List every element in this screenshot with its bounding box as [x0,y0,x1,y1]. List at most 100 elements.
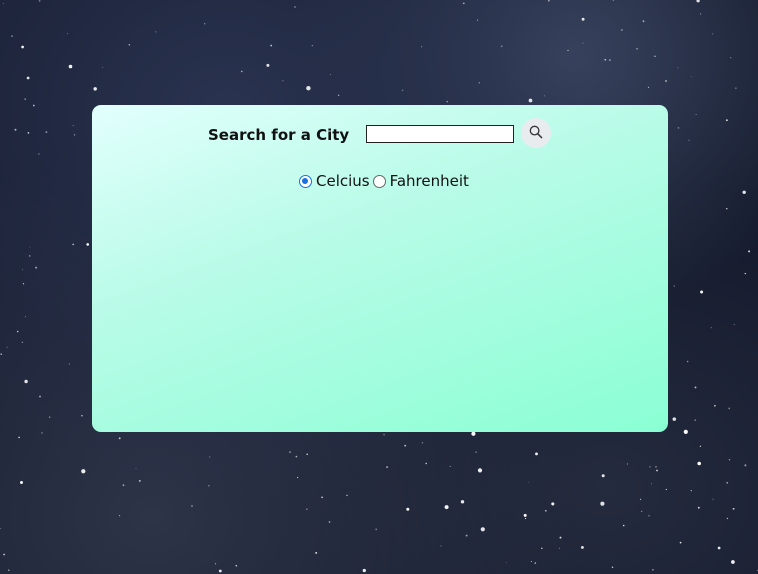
star [45,131,48,134]
star [24,98,27,100]
star [728,458,731,461]
star [582,42,584,44]
star [128,44,131,46]
star [528,482,530,483]
star [296,476,299,479]
star [28,255,31,257]
star [81,414,83,417]
star [383,433,385,436]
star [72,243,74,246]
star [135,468,137,470]
star [717,546,721,550]
star [622,524,625,527]
star [642,20,645,23]
star [609,59,611,61]
star [652,568,654,571]
star [732,507,735,510]
star [712,33,714,35]
star [421,46,423,48]
star [742,190,746,195]
celcius-radio[interactable] [299,174,312,188]
star [477,468,483,473]
celcius-label[interactable]: Celcius [316,172,370,190]
star [655,466,657,468]
star [726,208,728,210]
star [476,19,479,21]
star [478,82,481,84]
star [215,563,217,565]
star [600,501,605,506]
star [544,509,547,512]
star [559,536,562,539]
star [548,0,550,2]
star [440,545,442,547]
star [744,464,747,467]
star [329,74,331,76]
star [471,431,476,436]
star [730,57,732,59]
star [683,429,688,434]
star [38,153,40,155]
star [27,132,30,134]
star [208,485,210,487]
star [2,3,4,4]
star [558,547,561,549]
fahrenheit-label[interactable]: Fahrenheit [390,172,469,190]
star [22,283,25,285]
star [35,266,38,269]
star [19,480,24,485]
star [425,462,428,465]
star [475,451,477,453]
star [651,483,653,485]
star [544,95,546,97]
star [626,463,629,465]
star [694,386,697,389]
star [535,452,538,456]
star [346,494,348,497]
star [446,100,449,103]
star [21,341,23,343]
star [686,360,689,363]
star [672,417,677,421]
star [528,98,533,103]
star [81,469,86,474]
star [0,353,3,355]
star [690,490,692,492]
unit-selector: Celcius Fahrenheit [298,172,471,190]
star [209,456,211,458]
star [289,451,291,454]
star [14,128,17,131]
star [733,323,735,326]
star [649,466,651,468]
search-label: Search for a City [208,126,350,144]
search-row: Search for a City [92,105,668,165]
star [697,461,701,466]
star [21,45,24,49]
star [530,560,532,563]
star [580,545,584,549]
star [480,527,485,532]
star [67,33,69,35]
city-search-input[interactable] [366,125,514,143]
star [748,250,751,253]
star [688,139,690,141]
star [656,469,658,472]
star [581,17,585,21]
star [191,505,193,507]
star [138,479,141,482]
star [306,86,311,91]
fahrenheit-radio[interactable] [372,174,386,188]
star [39,395,41,398]
star [691,76,693,78]
star [328,521,331,523]
search-button[interactable] [521,118,551,148]
star [315,551,318,554]
star [68,363,70,365]
star [647,86,650,89]
search-icon [529,125,543,142]
star [648,515,650,517]
star [321,496,323,499]
star [449,465,451,467]
star [621,29,623,31]
star [362,568,366,573]
